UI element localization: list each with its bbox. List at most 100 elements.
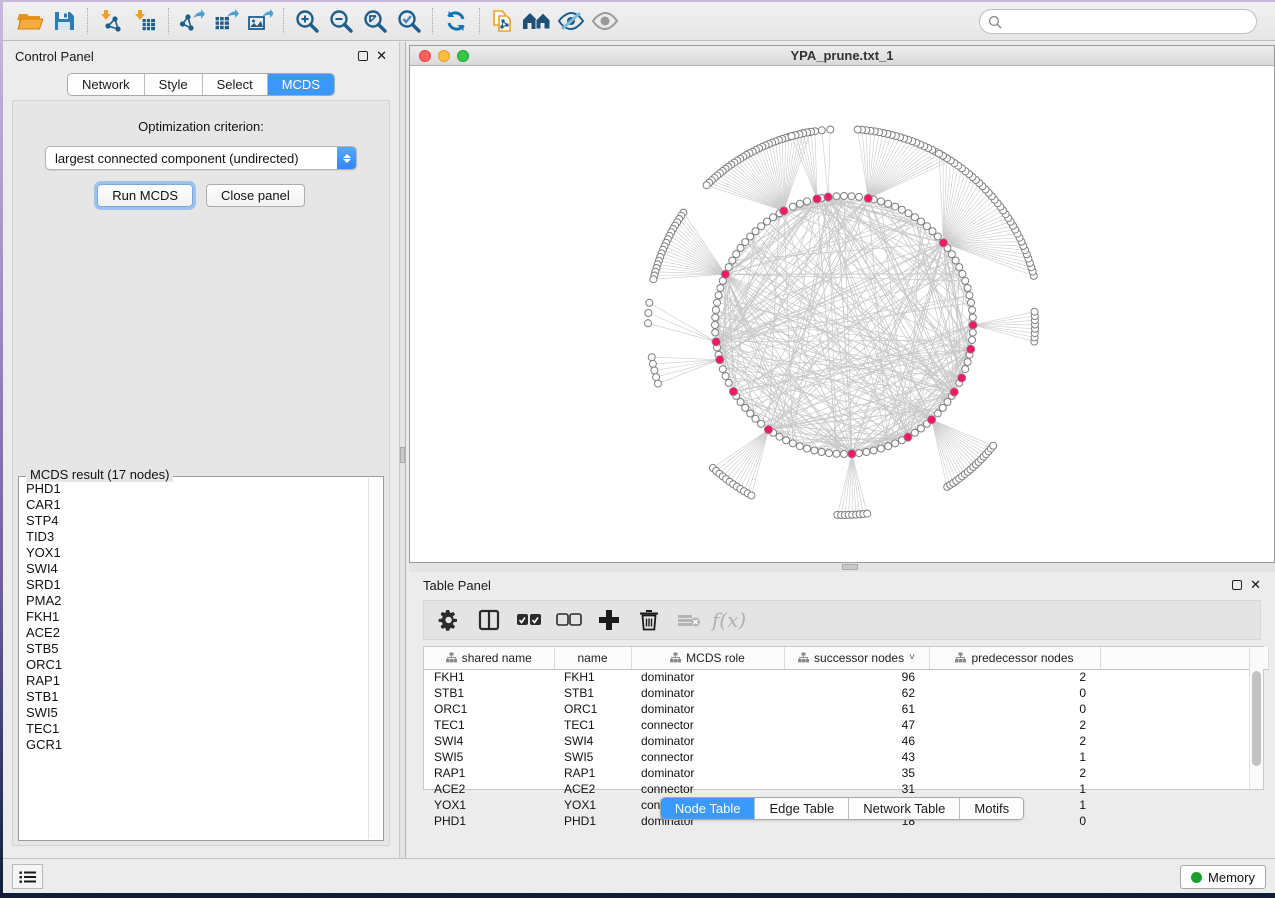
network-title: YPA_prune.txt_1 — [410, 48, 1274, 63]
column-header[interactable]: name — [554, 647, 631, 669]
delete-row-button[interactable] — [634, 605, 664, 635]
mcds-result-list[interactable]: PHD1CAR1STP4TID3YOX1SWI4SRD1PMA2FKH1ACE2… — [20, 478, 368, 839]
main-toolbar — [3, 2, 1275, 41]
mcds-result-item[interactable]: TID3 — [26, 529, 368, 545]
new-network-from-selection-button[interactable] — [486, 6, 520, 36]
mcds-result-item[interactable]: ORC1 — [26, 657, 368, 673]
refresh-view-button[interactable] — [439, 6, 473, 36]
select-all-button[interactable] — [514, 605, 544, 635]
function-icon: f(x) — [712, 608, 746, 632]
attribute-tree-icon — [446, 652, 457, 663]
zoom-out-button[interactable] — [324, 6, 358, 36]
control-panel: Control Panel ✕ Network Style Select MCD… — [3, 42, 399, 858]
mcds-result-item[interactable]: CAR1 — [26, 497, 368, 513]
column-header[interactable]: shared name — [424, 647, 554, 669]
network-canvas[interactable] — [410, 67, 1275, 563]
open-file-button[interactable] — [13, 6, 47, 36]
export-image-button[interactable] — [243, 6, 277, 36]
close-panel-icon[interactable]: ✕ — [1250, 580, 1261, 590]
zoom-selected-button[interactable] — [392, 6, 426, 36]
eye-icon — [591, 10, 619, 32]
add-row-button[interactable] — [594, 605, 624, 635]
mcds-result-item[interactable]: TEC1 — [26, 721, 368, 737]
optimization-criterion-select[interactable]: largest connected component (undirected) — [45, 146, 357, 170]
mcds-result-item[interactable]: SWI5 — [26, 705, 368, 721]
export-network-button[interactable] — [175, 6, 209, 36]
mcds-result-item[interactable]: PMA2 — [26, 593, 368, 609]
split-divider-horizontal[interactable] — [409, 563, 1275, 572]
table-row[interactable]: FKH1FKH1dominator962 — [424, 669, 1269, 685]
tab-mcds[interactable]: MCDS — [268, 74, 334, 95]
tab-motifs[interactable]: Motifs — [960, 798, 1023, 819]
close-panel-icon[interactable]: ✕ — [376, 51, 387, 61]
show-columns-button[interactable] — [474, 605, 504, 635]
run-mcds-button[interactable]: Run MCDS — [97, 184, 193, 207]
delete-table-button-disabled — [674, 605, 704, 635]
mcds-result-item[interactable]: YOX1 — [26, 545, 368, 561]
float-panel-icon[interactable] — [358, 51, 368, 61]
search-box — [979, 9, 1257, 34]
result-list-scrollbar[interactable] — [368, 478, 382, 839]
table-scrollbar[interactable] — [1249, 647, 1263, 789]
tab-network-table[interactable]: Network Table — [849, 798, 960, 819]
attribute-tree-icon — [798, 652, 809, 663]
column-header[interactable]: successor nodes˅ — [784, 647, 929, 669]
column-header[interactable]: predecessor nodes — [929, 647, 1100, 669]
table-row[interactable]: ACE2ACE2connector311 — [424, 781, 1269, 797]
deselect-all-button[interactable] — [554, 605, 584, 635]
table-settings-button[interactable] — [434, 605, 464, 635]
mcds-result-item[interactable]: SRD1 — [26, 577, 368, 593]
dropdown-stepper-icon — [337, 146, 356, 170]
columns-icon — [478, 609, 500, 631]
float-panel-icon[interactable] — [1232, 580, 1242, 590]
table-row[interactable]: SWI5SWI5connector431 — [424, 749, 1269, 765]
tab-edge-table[interactable]: Edge Table — [755, 798, 849, 819]
zoom-fit-button[interactable] — [358, 6, 392, 36]
tab-node-table[interactable]: Node Table — [661, 798, 756, 819]
mcds-result-item[interactable]: ACE2 — [26, 625, 368, 641]
mcds-result-item[interactable]: STP4 — [26, 513, 368, 529]
table-row[interactable]: SWI4SWI4dominator462 — [424, 733, 1269, 749]
mcds-result-item[interactable]: GCR1 — [26, 737, 368, 753]
table-row[interactable]: TEC1TEC1connector472 — [424, 717, 1269, 733]
tab-network[interactable]: Network — [68, 74, 145, 95]
export-network-icon — [179, 9, 205, 33]
control-panel-tabs: Network Style Select MCDS — [67, 73, 335, 96]
split-divider-vertical[interactable] — [399, 42, 406, 858]
zoom-in-button[interactable] — [290, 6, 324, 36]
close-panel-button[interactable]: Close panel — [206, 184, 305, 207]
mcds-result-item[interactable]: STB1 — [26, 689, 368, 705]
divider-handle[interactable] — [842, 564, 858, 570]
table-row[interactable]: STB1STB1dominator620 — [424, 685, 1269, 701]
import-network-icon — [99, 9, 123, 33]
mcds-result-item[interactable]: RAP1 — [26, 673, 368, 689]
table-row[interactable]: RAP1RAP1dominator352 — [424, 765, 1269, 781]
save-session-button[interactable] — [47, 6, 81, 36]
scrollbar-thumb[interactable] — [1252, 671, 1261, 766]
delete-table-icon — [677, 612, 701, 628]
export-table-icon — [213, 9, 239, 33]
show-all-button[interactable] — [588, 6, 622, 36]
plus-icon — [598, 609, 620, 631]
divider-handle[interactable] — [400, 447, 405, 463]
task-history-button[interactable] — [12, 864, 43, 889]
table-row[interactable]: ORC1ORC1dominator610 — [424, 701, 1269, 717]
memory-button[interactable]: Memory — [1180, 865, 1266, 889]
column-header[interactable]: MCDS role — [631, 647, 784, 669]
mcds-result-item[interactable]: PHD1 — [26, 481, 368, 497]
first-neighbors-button[interactable] — [520, 6, 554, 36]
table-toolbar: f(x) — [423, 600, 1261, 640]
export-table-button[interactable] — [209, 6, 243, 36]
mcds-result-item[interactable]: SWI4 — [26, 561, 368, 577]
mcds-result-item[interactable]: FKH1 — [26, 609, 368, 625]
network-window-titlebar[interactable]: YPA_prune.txt_1 — [410, 46, 1274, 66]
sort-descending-icon[interactable]: ˅ — [909, 652, 915, 663]
import-table-button[interactable] — [128, 6, 162, 36]
import-network-button[interactable] — [94, 6, 128, 36]
table-panel: Table Panel ✕ — [409, 572, 1275, 858]
search-input[interactable] — [1007, 14, 1248, 29]
mcds-result-item[interactable]: STB5 — [26, 641, 368, 657]
tab-select[interactable]: Select — [203, 74, 268, 95]
hide-selected-button[interactable] — [554, 6, 588, 36]
tab-style[interactable]: Style — [145, 74, 203, 95]
